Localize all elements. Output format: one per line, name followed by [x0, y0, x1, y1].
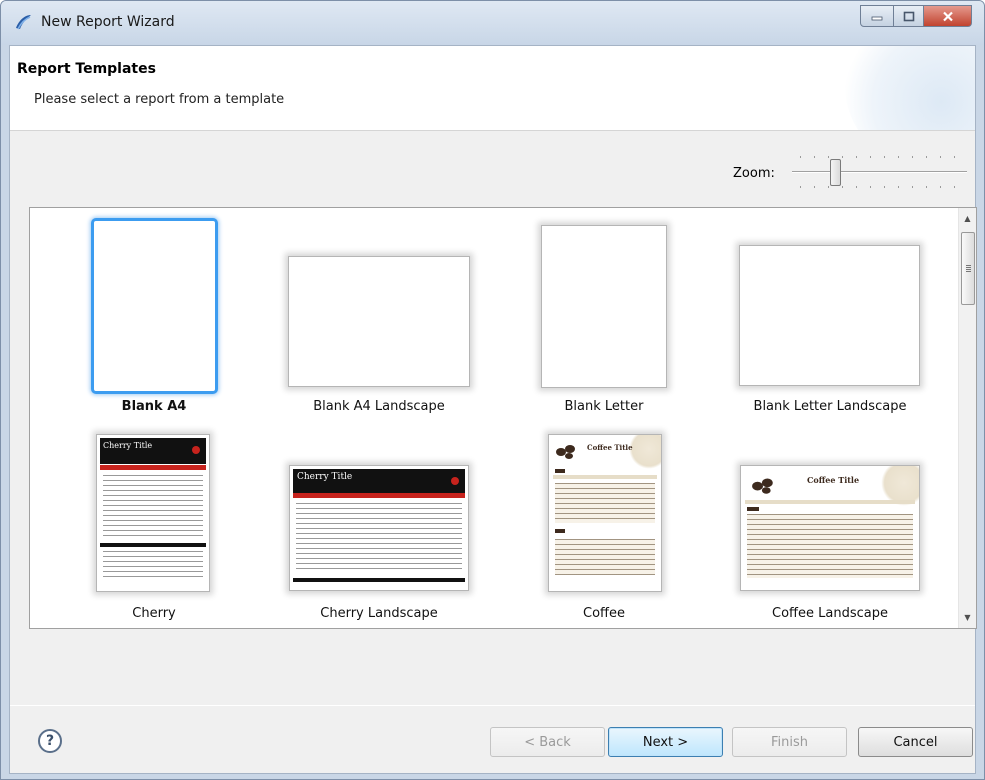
header-decoration — [845, 46, 975, 130]
preview-header: Cherry Title — [100, 438, 206, 464]
close-icon — [942, 11, 953, 21]
template-preview — [541, 225, 667, 388]
template-preview — [91, 218, 218, 394]
template-label: Coffee Landscape — [772, 606, 888, 621]
template-gallery[interactable]: Blank A4 Blank A4 Landscape Blank Letter… — [29, 207, 977, 629]
preview-rows — [103, 475, 203, 539]
gallery-scrollbar[interactable]: ▲ ▼ — [958, 208, 976, 628]
preview-tag — [555, 469, 565, 473]
preview-tag — [747, 507, 759, 511]
template-label: Blank Letter Landscape — [753, 399, 907, 414]
page-title: Report Templates — [17, 61, 156, 77]
zoom-track — [792, 171, 967, 173]
help-icon[interactable]: ? — [38, 729, 62, 753]
close-button[interactable] — [924, 5, 972, 27]
preview-divider — [293, 578, 465, 582]
template-label: Coffee — [583, 606, 625, 621]
preview-band — [745, 500, 915, 504]
preview-rows — [103, 551, 203, 581]
coffee-beans-icon — [752, 478, 773, 494]
zoom-slider[interactable] — [792, 150, 967, 194]
template-preview: Cherry Title — [289, 465, 469, 591]
preview-title: Coffee Title — [807, 475, 860, 485]
scroll-down-arrow-icon[interactable]: ▼ — [959, 609, 976, 626]
wizard-header: Report Templates Please select a report … — [10, 46, 975, 131]
template-label: Blank A4 Landscape — [313, 399, 445, 414]
page-description: Please select a report from a template — [34, 92, 285, 107]
template-preview: Coffee Title — [740, 465, 920, 591]
preview-title: Coffee Title — [587, 443, 633, 452]
preview-title: Cherry Title — [103, 441, 153, 450]
back-button[interactable]: < Back — [490, 727, 605, 757]
window-title: New Report Wizard — [41, 14, 175, 30]
cancel-button[interactable]: Cancel — [858, 727, 973, 757]
zoom-ticks-bottom — [800, 186, 965, 188]
template-preview — [739, 245, 920, 386]
cherry-logo-icon — [192, 446, 200, 454]
eclipse-birt-icon — [16, 15, 31, 30]
title-bar: New Report Wizard — [1, 1, 984, 45]
minimize-button[interactable] — [860, 5, 894, 27]
preview-band — [553, 475, 657, 479]
preview-rows — [296, 503, 462, 573]
template-label: Blank Letter — [564, 399, 644, 414]
wizard-window: New Report Wizard Report Templates Pleas… — [0, 0, 985, 780]
preview-header: Cherry Title — [293, 469, 465, 493]
maximize-button[interactable] — [894, 5, 924, 27]
preview-band — [293, 493, 465, 498]
preview-rows — [555, 483, 655, 523]
zoom-ticks-top — [800, 156, 965, 158]
window-controls — [860, 5, 972, 27]
template-preview — [288, 256, 470, 387]
coffee-cup-decoration — [629, 435, 661, 469]
preview-divider — [100, 543, 206, 547]
template-label: Cherry Landscape — [320, 606, 438, 621]
finish-button[interactable]: Finish — [732, 727, 847, 757]
scrollbar-thumb[interactable] — [961, 232, 975, 305]
zoom-slider-thumb[interactable] — [830, 159, 841, 186]
maximize-icon — [903, 11, 914, 21]
template-preview: Coffee Title — [548, 434, 662, 592]
preview-rows — [555, 539, 655, 575]
wizard-page: Report Templates Please select a report … — [9, 45, 977, 774]
minimize-icon — [871, 16, 883, 21]
template-label: Blank A4 — [121, 399, 187, 414]
footer-separator — [10, 705, 975, 706]
preview-rows — [747, 514, 913, 578]
scroll-up-arrow-icon[interactable]: ▲ — [959, 210, 976, 227]
template-preview: Cherry Title — [96, 434, 210, 592]
template-label: Cherry — [132, 606, 176, 621]
grip-icon — [965, 265, 971, 272]
preview-title: Cherry Title — [297, 472, 353, 482]
coffee-beans-icon — [556, 445, 575, 459]
preview-tag — [555, 529, 565, 533]
zoom-label: Zoom: — [733, 166, 775, 181]
cherry-logo-icon — [451, 477, 459, 485]
preview-band — [100, 465, 206, 470]
next-button[interactable]: Next > — [608, 727, 723, 757]
